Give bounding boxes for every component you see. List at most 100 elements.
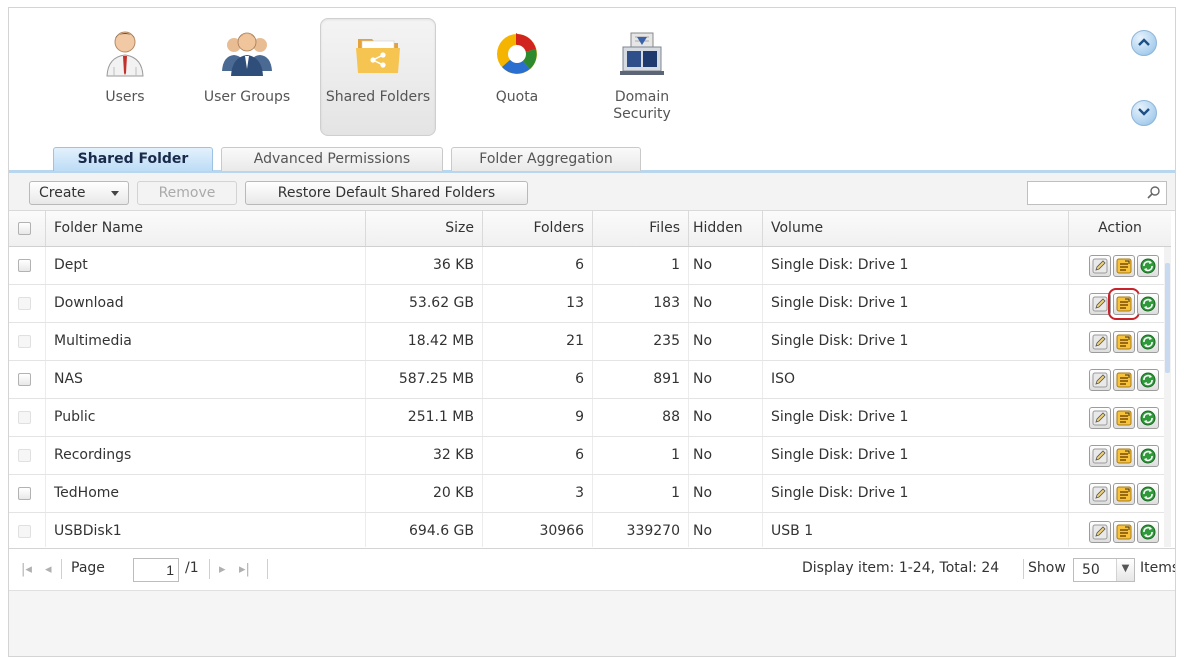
remove-button[interactable]: Remove	[137, 181, 237, 205]
volume-cell: USB 1	[763, 513, 1069, 547]
refresh-icon[interactable]	[1137, 407, 1159, 429]
page-number-input[interactable]	[133, 558, 179, 582]
hidden-cell: No	[689, 285, 763, 322]
action-cell	[1069, 323, 1171, 360]
row-select-cell	[9, 361, 46, 398]
refresh-icon[interactable]	[1137, 331, 1159, 353]
app-users[interactable]: Users	[67, 18, 183, 136]
row-select-cell	[9, 513, 46, 547]
restore-default-button[interactable]: Restore Default Shared Folders	[245, 181, 528, 205]
header-volume[interactable]: Volume	[763, 211, 1069, 246]
row-select-cell	[9, 399, 46, 436]
items-per-page-value: 50	[1082, 562, 1100, 578]
edit-icon[interactable]	[1089, 293, 1111, 315]
scrollbar-thumb[interactable]	[1165, 263, 1170, 373]
refresh-icon[interactable]	[1137, 369, 1159, 391]
row-checkbox[interactable]	[18, 487, 31, 500]
refresh-icon[interactable]	[1137, 293, 1159, 315]
table-scrollbar[interactable]	[1164, 247, 1171, 547]
edit-icon[interactable]	[1089, 407, 1111, 429]
row-checkbox[interactable]	[18, 449, 31, 462]
tab-folder-aggregation[interactable]: Folder Aggregation	[451, 147, 641, 171]
prev-page-icon[interactable]: ◂	[45, 562, 52, 577]
size-cell: 36 KB	[366, 247, 483, 284]
permission-icon[interactable]	[1113, 331, 1135, 353]
action-buttons	[1089, 407, 1169, 429]
permission-icon[interactable]	[1113, 483, 1135, 505]
permission-icon[interactable]	[1108, 288, 1140, 320]
volume-cell: Single Disk: Drive 1	[763, 323, 1069, 360]
refresh-icon[interactable]	[1137, 445, 1159, 467]
table-row[interactable]: Public 251.1 MB 9 88 No Single Disk: Drive 1	[9, 399, 1171, 437]
first-page-icon[interactable]: |◂	[21, 562, 32, 577]
volume-cell: Single Disk: Drive 1	[763, 437, 1069, 474]
page-label: Page	[71, 560, 105, 576]
row-checkbox[interactable]	[18, 297, 31, 310]
folders-cell: 3	[483, 475, 593, 512]
refresh-icon[interactable]	[1137, 521, 1159, 543]
row-checkbox[interactable]	[18, 411, 31, 424]
permission-icon[interactable]	[1113, 369, 1135, 391]
folders-cell: 13	[483, 285, 593, 322]
header-folder-name[interactable]: Folder Name	[46, 211, 366, 246]
folder-name-cell: TedHome	[46, 475, 366, 512]
create-button[interactable]: Create	[29, 181, 129, 205]
app-domain-security[interactable]: Domain Security	[584, 18, 700, 136]
row-checkbox[interactable]	[18, 335, 31, 348]
edit-icon[interactable]	[1089, 521, 1111, 543]
next-page-icon[interactable]: ▸	[219, 562, 226, 577]
edit-icon[interactable]	[1089, 369, 1111, 391]
pager-separator	[1023, 559, 1024, 579]
hidden-cell: No	[689, 437, 763, 474]
select-all-checkbox[interactable]	[18, 222, 31, 235]
table-row[interactable]: Download 53.62 GB 13 183 No Single Disk: Driv…	[9, 285, 1171, 323]
edit-icon[interactable]	[1089, 483, 1111, 505]
refresh-icon[interactable]	[1137, 483, 1159, 505]
quota-pie-icon	[497, 33, 537, 74]
tab-advanced-permissions[interactable]: Advanced Permissions	[221, 147, 443, 171]
tab-shared-folder[interactable]: Shared Folder	[53, 147, 213, 171]
folder-name-cell: Recordings	[46, 437, 366, 474]
permission-icon[interactable]	[1113, 407, 1135, 429]
user-icon	[106, 31, 144, 77]
action-cell	[1069, 437, 1171, 474]
permission-icon[interactable]	[1113, 521, 1135, 543]
edit-icon[interactable]	[1089, 445, 1111, 467]
table-row[interactable]: Dept 36 KB 6 1 No Single Disk: Drive 1	[9, 247, 1171, 285]
app-quota[interactable]: Quota	[459, 18, 575, 136]
size-cell: 694.6 GB	[366, 513, 483, 547]
table-row[interactable]: NAS 587.25 MB 6 891 No ISO	[9, 361, 1171, 399]
action-cell	[1069, 361, 1171, 398]
edit-icon[interactable]	[1089, 331, 1111, 353]
scroll-up-button[interactable]	[1131, 30, 1157, 56]
header-files[interactable]: Files	[593, 211, 689, 246]
permission-icon[interactable]	[1113, 445, 1135, 467]
row-checkbox[interactable]	[18, 259, 31, 272]
items-per-page-select[interactable]: 50 ▼	[1073, 558, 1135, 582]
table-row[interactable]: Recordings 32 KB 6 1 No Single Disk: Drive 1	[9, 437, 1171, 475]
header-hidden[interactable]: Hidden	[689, 211, 763, 246]
edit-icon[interactable]	[1089, 255, 1111, 277]
search-icon[interactable]	[1146, 185, 1162, 201]
volume-cell: ISO	[763, 361, 1069, 398]
table-row[interactable]: Multimedia 18.42 MB 21 235 No Single Disk: Dr…	[9, 323, 1171, 361]
files-cell: 1	[593, 475, 689, 512]
last-page-icon[interactable]: ▸|	[239, 562, 250, 577]
app-user-groups[interactable]: User Groups	[189, 18, 305, 136]
action-buttons	[1089, 445, 1169, 467]
scroll-down-button[interactable]	[1131, 100, 1157, 126]
action-buttons	[1089, 331, 1169, 353]
folders-cell: 9	[483, 399, 593, 436]
header-folders[interactable]: Folders	[483, 211, 593, 246]
search-input[interactable]	[1028, 182, 1140, 204]
select-all-cell	[9, 211, 46, 246]
header-size[interactable]: Size	[366, 211, 483, 246]
table-row[interactable]: TedHome 20 KB 3 1 No Single Disk: Drive 1	[9, 475, 1171, 513]
permission-icon[interactable]	[1113, 255, 1135, 277]
refresh-icon[interactable]	[1137, 255, 1159, 277]
row-checkbox[interactable]	[18, 373, 31, 386]
chevron-down-icon[interactable]: ▼	[1116, 559, 1134, 581]
row-checkbox[interactable]	[18, 525, 31, 538]
app-shared-folders[interactable]: Shared Folders	[320, 18, 436, 136]
table-row[interactable]: USBDisk1 694.6 GB 30966 339270 No USB 1	[9, 513, 1171, 547]
